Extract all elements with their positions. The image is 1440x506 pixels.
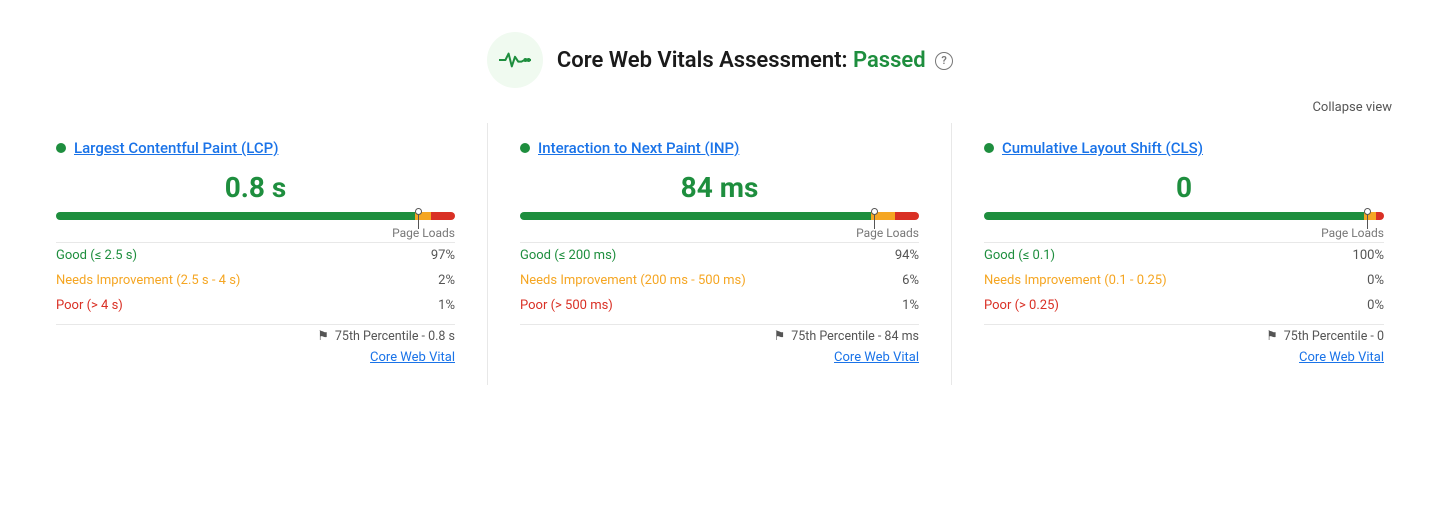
status-dot-lcp <box>56 143 66 153</box>
stats-table-lcp: Good (≤ 2.5 s) 97% Needs Improvement (2.… <box>56 242 455 318</box>
percentile-icon-inp: ⚑ <box>774 329 786 344</box>
core-web-vital-anchor-inp[interactable]: Core Web Vital <box>834 350 919 365</box>
help-icon[interactable]: ? <box>935 52 953 70</box>
progress-bar-cls <box>984 212 1384 220</box>
collapse-row: Collapse view <box>0 100 1440 123</box>
progress-bar-lcp <box>56 212 455 220</box>
percentile-cls: ⚑ 75th Percentile - 0 <box>984 324 1384 344</box>
metric-value-cls: 0 <box>984 171 1384 204</box>
core-web-vital-link-cls: Core Web Vital <box>984 350 1384 365</box>
marker-cls <box>1364 209 1371 229</box>
percentile-icon-lcp: ⚑ <box>317 329 329 344</box>
metric-title-inp[interactable]: Interaction to Next Paint (INP) <box>538 139 739 157</box>
vitals-icon <box>487 32 543 88</box>
percentile-icon-cls: ⚑ <box>1266 329 1278 344</box>
metric-value-inp: 84 ms <box>520 171 919 204</box>
metric-value-lcp: 0.8 s <box>56 171 455 204</box>
status-dot-inp <box>520 143 530 153</box>
status-dot-cls <box>984 143 994 153</box>
stats-row-poor-cls: Poor (> 0.25) 0% <box>984 293 1384 318</box>
page-title: Core Web Vitals Assessment: Passed ? <box>557 48 953 73</box>
core-web-vital-anchor-cls[interactable]: Core Web Vital <box>1299 350 1384 365</box>
stats-table-inp: Good (≤ 200 ms) 94% Needs Improvement (2… <box>520 242 919 318</box>
marker-lcp <box>415 209 422 229</box>
percentile-inp: ⚑ 75th Percentile - 84 ms <box>520 324 919 344</box>
stats-row-needs-inp: Needs Improvement (200 ms - 500 ms) 6% <box>520 268 919 293</box>
metric-card-inp: Interaction to Next Paint (INP) 84 ms Pa… <box>488 123 952 385</box>
metric-card-lcp: Largest Contentful Paint (LCP) 0.8 s Pag… <box>24 123 488 385</box>
stats-row-poor-lcp: Poor (> 4 s) 1% <box>56 293 455 318</box>
stats-row-needs-cls: Needs Improvement (0.1 - 0.25) 0% <box>984 268 1384 293</box>
metric-title-row-lcp: Largest Contentful Paint (LCP) <box>56 139 455 157</box>
page-loads-label-inp: Page Loads <box>520 226 919 240</box>
core-web-vital-link-inp: Core Web Vital <box>520 350 919 365</box>
metric-title-row-inp: Interaction to Next Paint (INP) <box>520 139 919 157</box>
core-web-vital-link-lcp: Core Web Vital <box>56 350 455 365</box>
page-loads-label-cls: Page Loads <box>984 226 1384 240</box>
marker-inp <box>871 209 878 229</box>
metric-title-lcp[interactable]: Largest Contentful Paint (LCP) <box>74 139 278 157</box>
metrics-grid: Largest Contentful Paint (LCP) 0.8 s Pag… <box>0 123 1440 409</box>
metric-title-row-cls: Cumulative Layout Shift (CLS) <box>984 139 1384 157</box>
stats-table-cls: Good (≤ 0.1) 100% Needs Improvement (0.1… <box>984 242 1384 318</box>
metric-card-cls: Cumulative Layout Shift (CLS) 0 Page Loa… <box>952 123 1416 385</box>
stats-row-good-inp: Good (≤ 200 ms) 94% <box>520 243 919 268</box>
stats-row-good-lcp: Good (≤ 2.5 s) 97% <box>56 243 455 268</box>
core-web-vital-anchor-lcp[interactable]: Core Web Vital <box>370 350 455 365</box>
metric-title-cls[interactable]: Cumulative Layout Shift (CLS) <box>1002 139 1203 157</box>
stats-row-needs-lcp: Needs Improvement (2.5 s - 4 s) 2% <box>56 268 455 293</box>
page-loads-label-lcp: Page Loads <box>56 226 455 240</box>
collapse-link[interactable]: Collapse view <box>1312 100 1392 115</box>
progress-bar-inp <box>520 212 919 220</box>
percentile-lcp: ⚑ 75th Percentile - 0.8 s <box>56 324 455 344</box>
page-header: Core Web Vitals Assessment: Passed ? <box>0 0 1440 100</box>
stats-row-good-cls: Good (≤ 0.1) 100% <box>984 243 1384 268</box>
stats-row-poor-inp: Poor (> 500 ms) 1% <box>520 293 919 318</box>
